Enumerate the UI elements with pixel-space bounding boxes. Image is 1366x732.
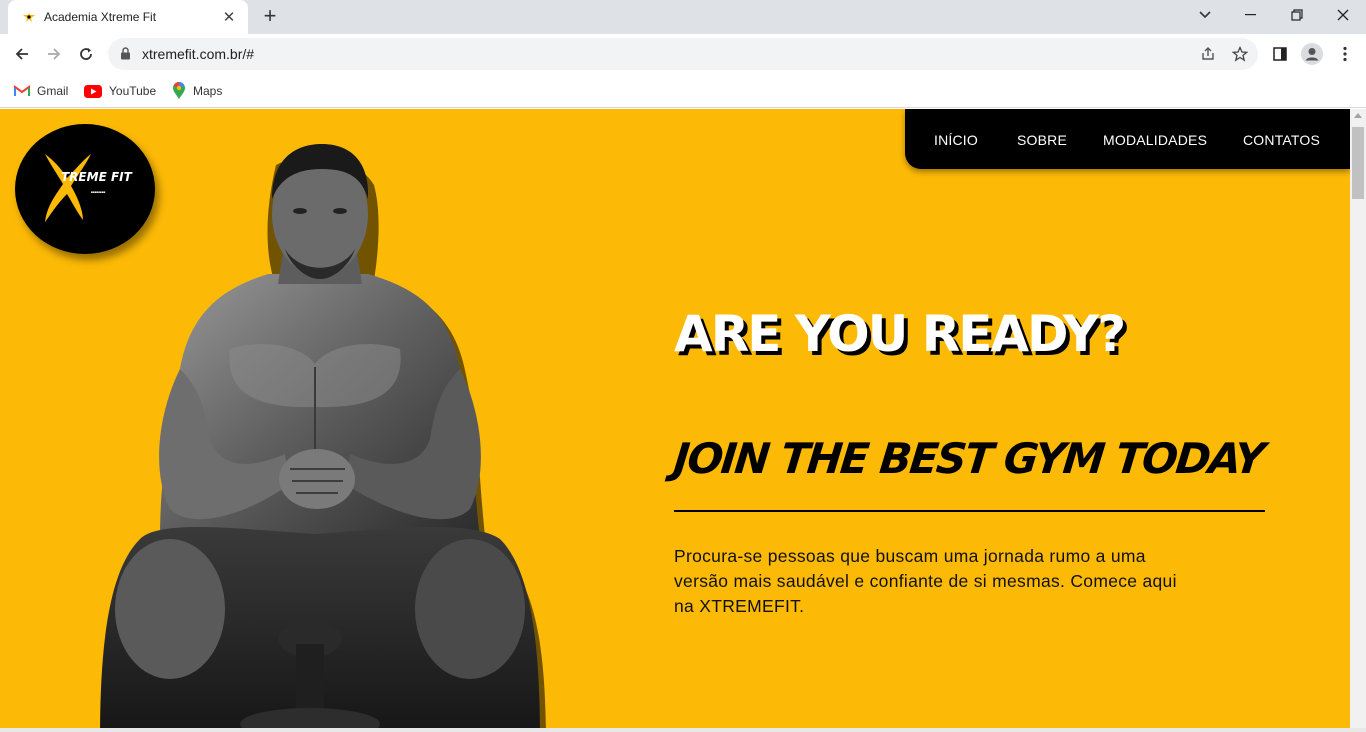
forward-arrow-icon[interactable] — [40, 40, 68, 68]
share-icon[interactable] — [1198, 44, 1218, 64]
athlete-photo — [100, 144, 546, 728]
site-logo[interactable]: TREME FIT ■■■■■■■■ — [15, 124, 155, 254]
url-text: xtremefit.com.br/# — [142, 46, 255, 62]
bookmark-gmail[interactable]: Gmail — [14, 82, 68, 100]
reload-icon[interactable] — [72, 40, 100, 68]
hero-divider — [674, 510, 1265, 512]
logo-text: TREME FIT — [61, 170, 132, 184]
site-favicon-icon — [22, 10, 36, 24]
browser-toolbar: xtremefit.com.br/# — [0, 34, 1366, 74]
maps-icon — [172, 82, 186, 100]
lock-icon — [120, 47, 131, 65]
browser-tab[interactable]: Academia Xtreme Fit ✕ — [8, 0, 248, 34]
minimize-icon[interactable] — [1228, 0, 1274, 30]
side-panel-icon[interactable] — [1268, 42, 1292, 66]
tab-strip: Academia Xtreme Fit ✕ + — [0, 0, 1366, 34]
bookmark-maps[interactable]: Maps — [172, 82, 222, 100]
bookmark-label: Gmail — [37, 84, 69, 98]
hero-subheadline: JOIN THE BEST GYM TODAY — [671, 434, 1266, 483]
scroll-thumb[interactable] — [1352, 127, 1364, 199]
bookmark-label: YouTube — [109, 84, 157, 98]
tab-close-icon[interactable]: ✕ — [220, 8, 238, 26]
back-arrow-icon[interactable] — [8, 40, 36, 68]
tab-title: Academia Xtreme Fit — [44, 10, 157, 24]
nav-link-sobre[interactable]: SOBRE — [1017, 132, 1067, 148]
scroll-up-arrow-icon[interactable] — [1354, 113, 1362, 118]
close-window-icon[interactable] — [1320, 0, 1366, 30]
nav-link-contatos[interactable]: CONTATOS — [1243, 132, 1320, 148]
bookmarks-bar: Gmail YouTube Maps — [0, 74, 1366, 108]
kebab-menu-icon[interactable] — [1333, 42, 1357, 66]
bookmark-label: Maps — [193, 84, 223, 98]
address-bar[interactable]: xtremefit.com.br/# — [108, 38, 1258, 70]
main-navigation: INÍCIO SOBRE MODALIDADES CONTATOS — [905, 109, 1350, 169]
nav-link-modalidades[interactable]: MODALIDADES — [1103, 132, 1207, 148]
page-hero: TREME FIT ■■■■■■■■ INÍCIO SOBRE MODALIDA… — [0, 109, 1350, 728]
bookmark-youtube[interactable]: YouTube — [84, 82, 156, 100]
youtube-icon — [84, 84, 102, 98]
restore-icon[interactable] — [1274, 0, 1320, 30]
vertical-scrollbar[interactable] — [1350, 109, 1366, 728]
horizontal-scrollbar[interactable] — [0, 728, 1366, 732]
logo-subtext-icon: ■■■■■■■■ — [91, 190, 106, 194]
tab-search-chevron-icon[interactable] — [1182, 0, 1228, 30]
hero-paragraph: Procura-se pessoas que buscam uma jornad… — [674, 546, 1177, 616]
logo-x-mark-icon — [45, 154, 91, 222]
nav-link-inicio[interactable]: INÍCIO — [934, 132, 978, 148]
gmail-icon — [14, 85, 30, 97]
profile-avatar-icon[interactable] — [1300, 42, 1324, 66]
bookmark-star-icon[interactable] — [1230, 44, 1250, 64]
new-tab-button[interactable]: + — [258, 5, 282, 29]
hero-headline: ARE YOU READY? — [674, 305, 1126, 363]
